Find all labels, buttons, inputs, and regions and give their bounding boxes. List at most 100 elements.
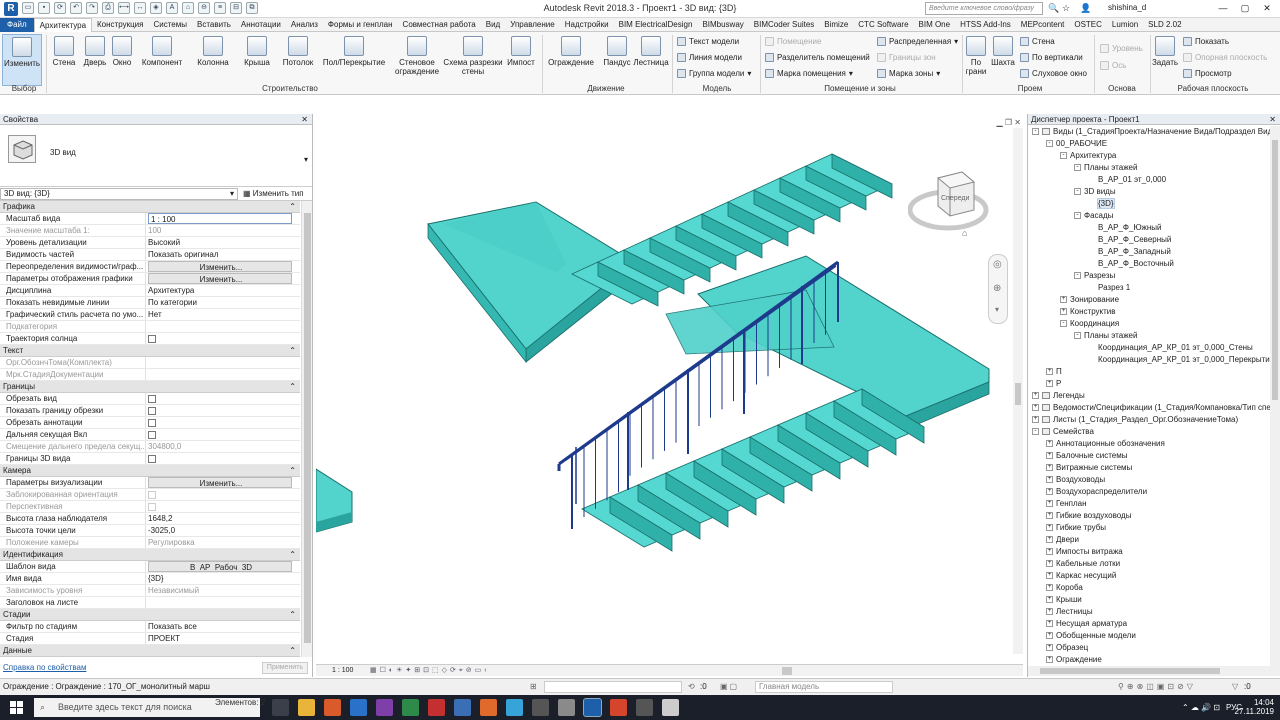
property-group[interactable]: Камера ⌃: [0, 465, 300, 477]
chevron-down-icon[interactable]: ▾: [995, 305, 999, 314]
expand-icon[interactable]: +: [1046, 596, 1053, 604]
railing-button[interactable]: Ограждение: [545, 34, 597, 67]
room-separator-button[interactable]: Разделитель помещений: [765, 53, 870, 62]
expand-icon[interactable]: +: [1046, 620, 1053, 628]
tab-11[interactable]: Надстройки: [560, 18, 614, 32]
property-group[interactable]: Идентификация ⌃: [0, 549, 300, 561]
viewport-vertical-scrollbar[interactable]: [1013, 128, 1023, 654]
browser-node[interactable]: -00_РАБОЧИЕ: [1046, 138, 1107, 149]
browser-node[interactable]: + Р: [1046, 378, 1061, 389]
user-icon[interactable]: 👤: [1080, 3, 1091, 14]
expand-icon[interactable]: +: [1046, 572, 1053, 580]
property-checkbox[interactable]: [148, 491, 156, 499]
area-boundary-button[interactable]: Границы зон: [877, 53, 936, 62]
tab-19[interactable]: MEPcontent: [1016, 18, 1070, 32]
expand-icon[interactable]: +: [1046, 584, 1053, 592]
browser-node[interactable]: + Легенды: [1032, 390, 1085, 401]
viewer-button[interactable]: Просмотр: [1183, 69, 1232, 78]
app-icon-9[interactable]: [558, 699, 575, 716]
tab-18[interactable]: HTSS Add-Ins: [955, 18, 1016, 32]
browser-node[interactable]: В_АР_01 эт_0,000: [1088, 174, 1166, 185]
browser-icon[interactable]: [324, 699, 341, 716]
modify-button[interactable]: Изменить: [2, 34, 42, 86]
browser-node[interactable]: + Листы (1_Стадия_Раздел_Орг.ОбозначениеТ…: [1032, 414, 1238, 425]
tab-14[interactable]: BIMCoder Suites: [749, 18, 819, 32]
browser-node[interactable]: - Координация: [1060, 318, 1119, 329]
app-icon[interactable]: [350, 699, 367, 716]
apply-button[interactable]: Применить: [262, 662, 308, 674]
set-workplane-button[interactable]: Задать: [1151, 34, 1179, 67]
collapse-icon[interactable]: -: [1060, 320, 1067, 328]
close-icon[interactable]: ✕: [1014, 118, 1021, 127]
property-checkbox[interactable]: [148, 455, 156, 463]
collapse-icon[interactable]: -: [1032, 428, 1039, 436]
component-button[interactable]: Компонент: [138, 34, 186, 67]
property-group[interactable]: Текст ⌃: [0, 345, 300, 357]
clock[interactable]: 14:04 27.11.2019: [1235, 698, 1274, 716]
viewport-horizontal-scrollbar-thumb[interactable]: [782, 667, 792, 675]
home-icon[interactable]: ⌂: [962, 228, 967, 238]
view-control-icons[interactable]: ▦☐◐☀✦⊞⊡⬚◇⟳⌖⊘▭‹: [370, 665, 490, 676]
wall-opening-button[interactable]: Стена: [1020, 37, 1055, 46]
browser-node[interactable]: + Ограждение: [1046, 654, 1102, 665]
property-checkbox[interactable]: [148, 407, 156, 415]
collapse-icon[interactable]: -: [1074, 272, 1081, 280]
worksets-icon[interactable]: ⊞: [530, 679, 537, 695]
workset-select[interactable]: [544, 681, 682, 693]
properties-help-link[interactable]: Справка по свойствам: [0, 663, 86, 672]
browser-node[interactable]: + Лестницы: [1046, 606, 1093, 617]
browser-node[interactable]: + Гибкие трубы: [1046, 522, 1106, 533]
browser-node[interactable]: В_АР_Ф_Восточный: [1088, 258, 1174, 269]
expand-icon[interactable]: +: [1046, 524, 1053, 532]
view-scale[interactable]: 1 : 100: [332, 665, 353, 676]
expand-icon[interactable]: +: [1046, 512, 1053, 520]
panel-room-area[interactable]: Помещение и зоны: [810, 84, 910, 93]
browser-node[interactable]: + Аннотационные обозначения: [1046, 438, 1165, 449]
column-button[interactable]: Колонна: [192, 34, 234, 67]
minimize-icon[interactable]: —: [1212, 0, 1234, 16]
user-name[interactable]: shishina_d: [1108, 3, 1146, 12]
collapse-icon[interactable]: ⌃: [289, 201, 296, 213]
property-button[interactable]: Изменить...: [148, 477, 292, 488]
expand-icon[interactable]: +: [1046, 380, 1053, 388]
expand-icon[interactable]: +: [1046, 476, 1053, 484]
tab-21[interactable]: Lumion: [1107, 18, 1143, 32]
browser-node[interactable]: Разрез 1: [1088, 282, 1130, 293]
expand-icon[interactable]: +: [1046, 440, 1053, 448]
ref-plane-button[interactable]: Опорная плоскость: [1183, 53, 1267, 62]
tab-9[interactable]: Вид: [481, 18, 505, 32]
shaft-button[interactable]: Шахта: [989, 34, 1017, 67]
browser-node[interactable]: + Воздуховоды: [1046, 474, 1105, 485]
browser-node[interactable]: - Фасады: [1074, 210, 1113, 221]
close-icon[interactable]: ✕: [1256, 0, 1278, 16]
wall-button[interactable]: Стена: [48, 34, 80, 67]
tab-0[interactable]: Файл: [0, 17, 34, 32]
property-value[interactable]: [146, 321, 300, 332]
property-checkbox[interactable]: [148, 503, 156, 511]
collapse-icon[interactable]: ⌃: [289, 345, 296, 357]
collapse-icon[interactable]: -: [1074, 332, 1081, 340]
filter-icon[interactable]: ▽: [1232, 679, 1238, 695]
model-line-button[interactable]: Линия модели: [677, 53, 742, 62]
tray-icons[interactable]: ⌃ ☁ 🔊 ⊡: [1182, 703, 1220, 712]
property-value[interactable]: {3D}: [146, 573, 300, 584]
project-browser-scrollbar[interactable]: [1270, 126, 1280, 666]
browser-node[interactable]: В_АР_Ф_Южный: [1088, 222, 1162, 233]
property-button[interactable]: В_АР_Рабоч_3D: [148, 561, 292, 572]
browser-node[interactable]: - Разрезы: [1074, 270, 1115, 281]
expand-icon[interactable]: +: [1032, 392, 1039, 400]
browser-node[interactable]: + Двери: [1046, 534, 1079, 545]
property-group[interactable]: Границы ⌃: [0, 381, 300, 393]
browser-node[interactable]: + Зонирование: [1060, 294, 1119, 305]
minimize-icon[interactable]: ▁: [997, 118, 1003, 127]
browser-node[interactable]: + Крыши: [1046, 594, 1082, 605]
browser-node[interactable]: - Планы этажей: [1074, 330, 1137, 341]
search-input[interactable]: Введите ключевое слово/фразу: [925, 2, 1043, 15]
collapse-icon[interactable]: ⌃: [289, 465, 296, 477]
ramp-button[interactable]: Пандус: [600, 34, 634, 67]
edit-type-button[interactable]: ▦ Изменить тип: [243, 187, 304, 201]
browser-node[interactable]: -3D виды: [1074, 186, 1116, 197]
expand-icon[interactable]: +: [1046, 464, 1053, 472]
steering-wheel-icon[interactable]: ◎: [993, 259, 1002, 270]
property-value[interactable]: Показать все: [146, 621, 300, 632]
